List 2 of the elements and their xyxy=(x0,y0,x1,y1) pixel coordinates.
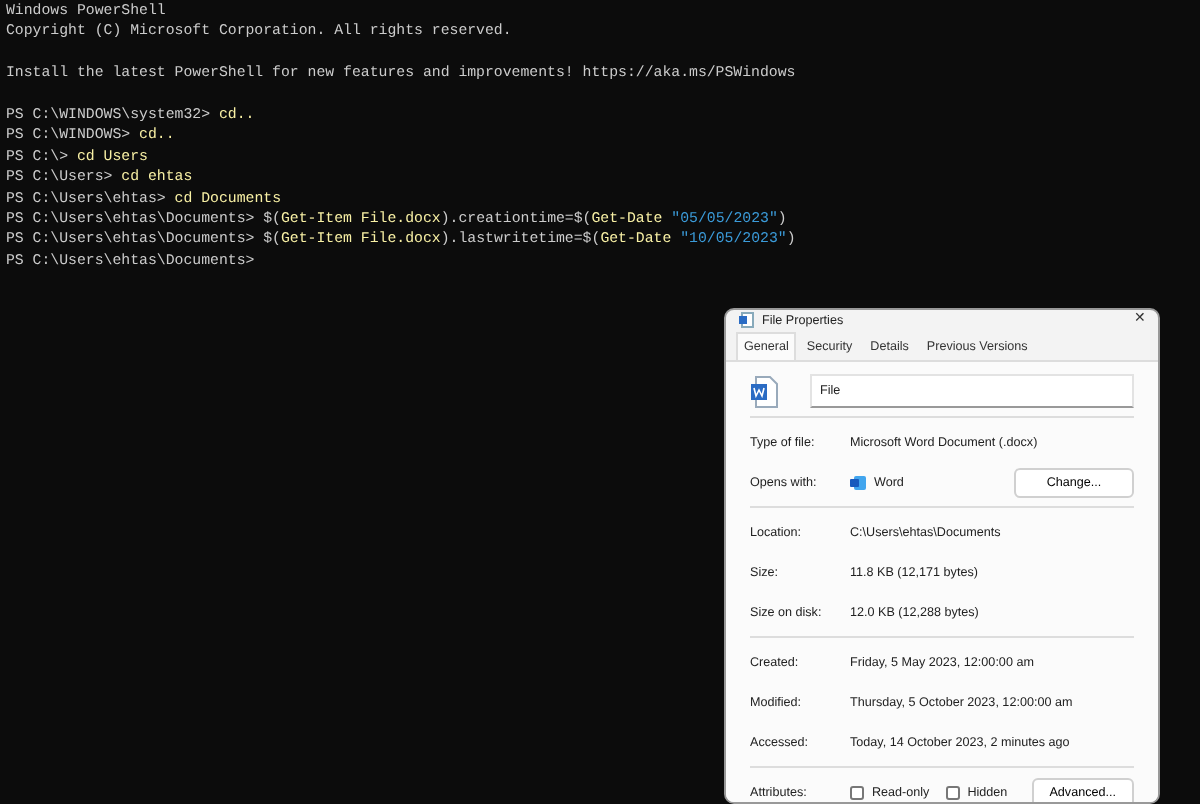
word-app-icon xyxy=(850,475,866,490)
word-document-icon xyxy=(750,375,778,408)
